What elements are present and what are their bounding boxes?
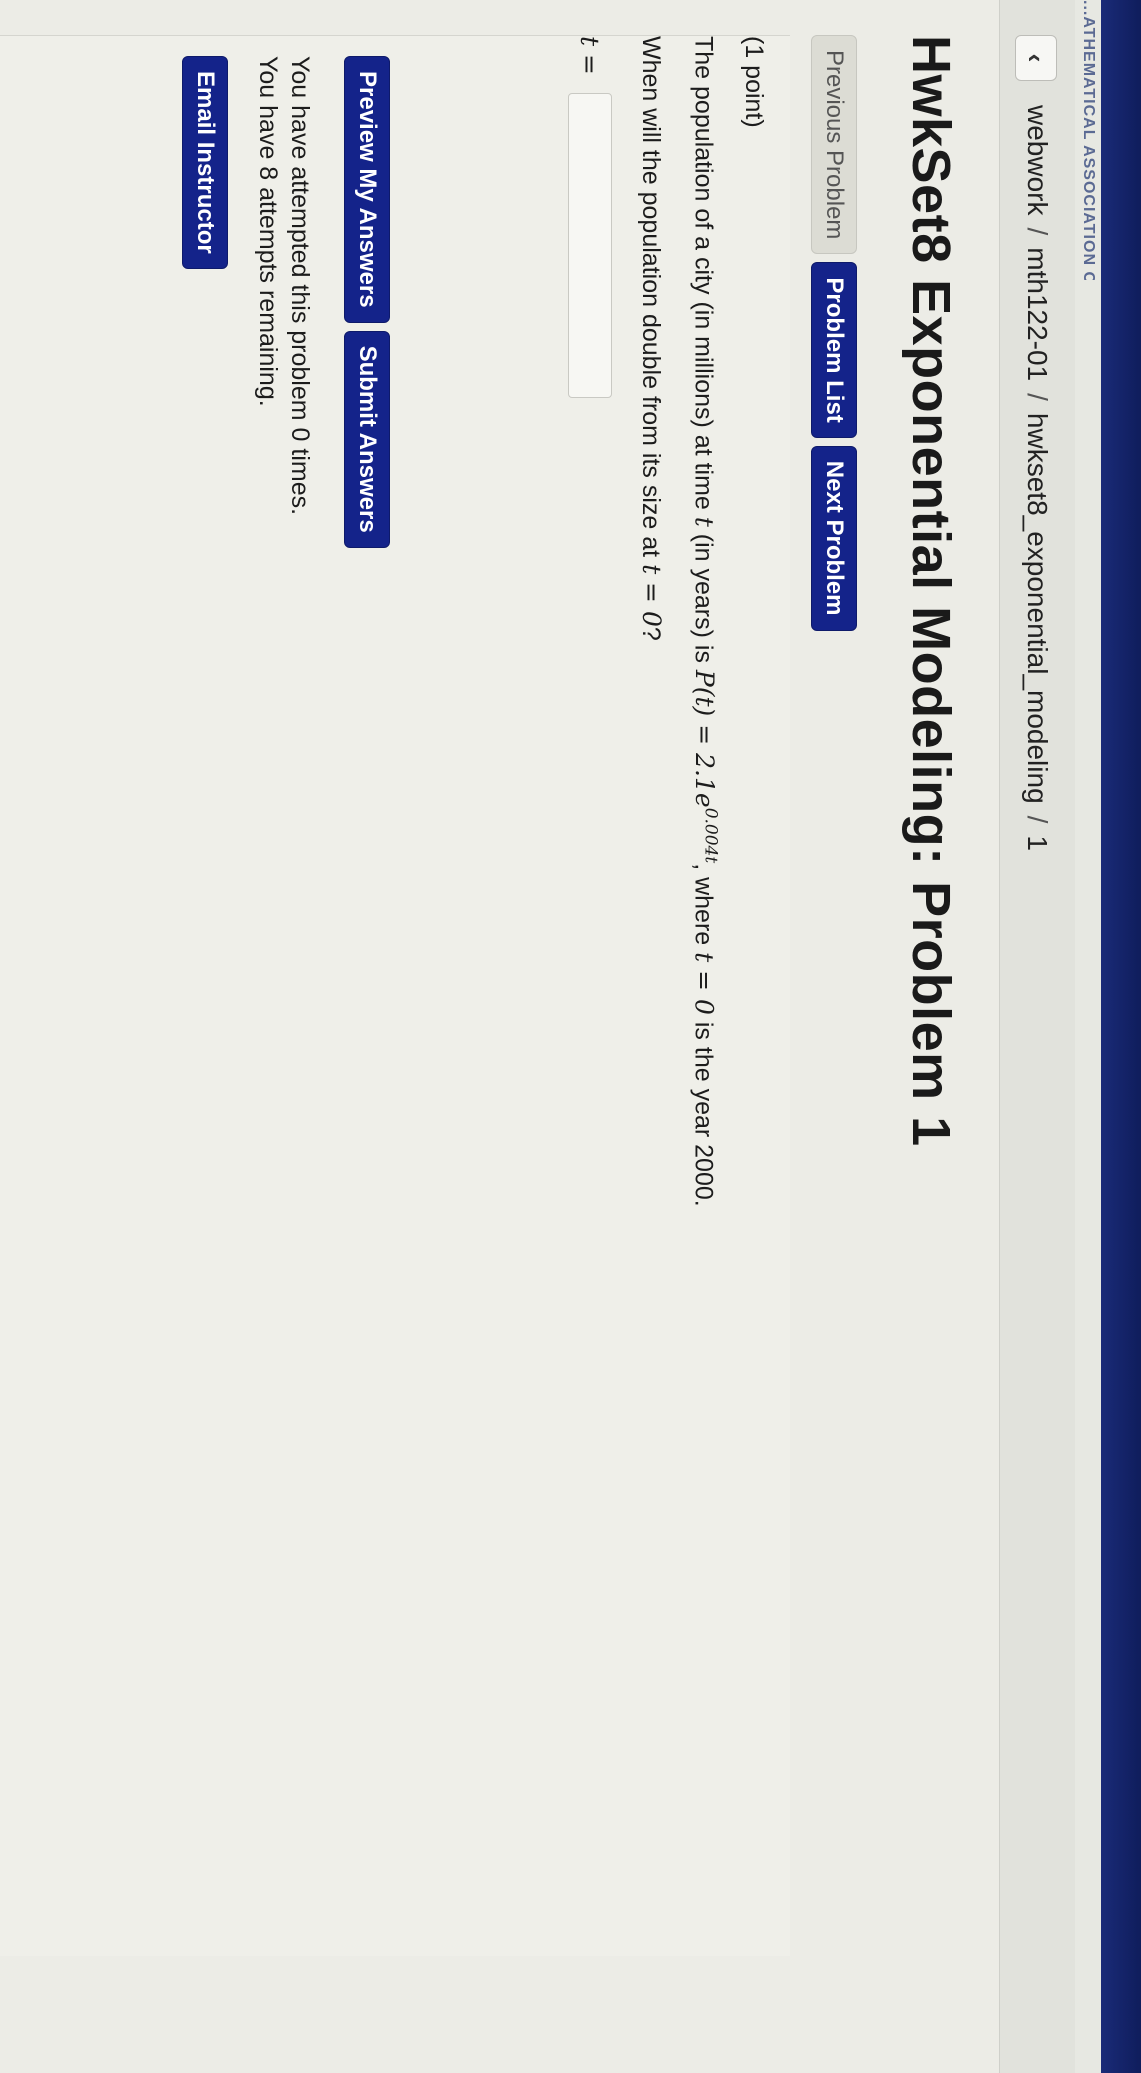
breadcrumb: webwork / mth122-01 / hwkset8_exponentia… [1018,105,1056,851]
breadcrumb-separator: / [1022,227,1053,236]
breadcrumb-problem: 1 [1022,835,1053,851]
chevron-left-icon: ‹ [1021,53,1052,63]
breadcrumb-set[interactable]: hwkset8_exponential_modeling [1021,413,1053,804]
webwork-page: ‹ webwork / mth122-01 / hwkset8_exponent… [0,0,1075,2073]
answer-row: t = [568,36,612,398]
math-var-t: t [689,516,719,527]
attempts-info: You have attempted this problem 0 times.… [252,56,316,515]
problem-body: (1 point) The population of a city (in m… [0,35,790,1956]
email-instructor-button[interactable]: Email Instructor [182,56,228,269]
breadcrumb-separator: / [1022,815,1053,824]
top-navbar: ‹ webwork / mth122-01 / hwkset8_exponent… [999,0,1075,2073]
breadcrumb-separator: / [1022,393,1053,401]
problem-list-button[interactable]: Problem List [811,262,857,438]
problem-nav: Previous Problem Problem List Next Probl… [811,35,857,639]
main-content: HwkSet8 Exponential Modeling: Problem 1 … [0,35,1000,1985]
math-condition: t = 0 [637,564,666,627]
top-banner [1075,0,1101,2073]
page-title: HwkSet8 Exponential Modeling: Problem 1 [901,35,961,1147]
math-formula: P(t) = 2.1e0.004t [689,669,720,864]
attempts-made: You have attempted this problem 0 times. [286,56,314,516]
answer-input[interactable] [568,92,612,398]
math-condition: t = 0 [689,952,719,1015]
previous-problem-button[interactable]: Previous Problem [811,35,857,255]
back-button[interactable]: ‹ [1015,35,1057,81]
banner-text: ...ATHEMATICAL ASSOCIATION OF AMERICA [1080,0,1097,280]
problem-question: When will the population double from its… [637,36,666,641]
email-row: Email Instructor [182,56,228,277]
attempts-remaining: You have 8 attempts remaining. [254,56,282,407]
submit-answers-button[interactable]: Submit Answers [344,330,390,548]
problem-points: (1 point) [740,36,768,128]
answer-label: t = [575,36,605,75]
preview-answers-button[interactable]: Preview My Answers [344,56,390,323]
screen-edge [1101,0,1141,2073]
problem-statement: The population of a city (in millions) a… [689,36,720,1207]
breadcrumb-course[interactable]: mth122-01 [1021,247,1053,381]
breadcrumb-webwork[interactable]: webwork [1021,105,1053,215]
answer-actions: Preview My Answers Submit Answers [344,56,390,556]
next-problem-button[interactable]: Next Problem [811,445,857,631]
